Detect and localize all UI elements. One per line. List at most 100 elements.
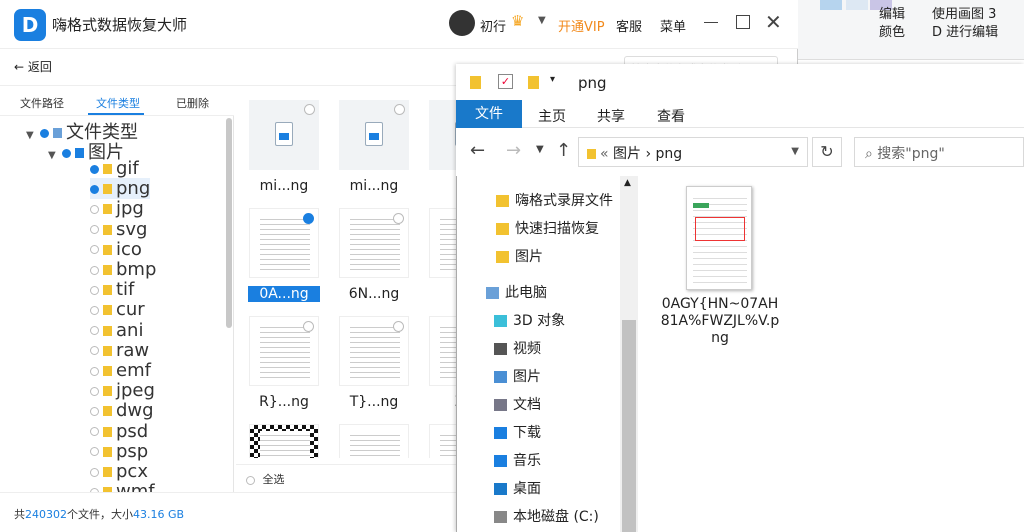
file-label[interactable]: 0A...ng: [248, 286, 320, 302]
select-all[interactable]: 全选: [236, 464, 456, 492]
file-label[interactable]: M: [428, 178, 456, 194]
scroll-up-icon[interactable]: ▲: [624, 178, 631, 188]
tab-home[interactable]: 主页: [538, 106, 566, 126]
tree-item[interactable]: pcx: [90, 461, 148, 482]
forward-arrow-icon[interactable]: →: [506, 140, 521, 161]
radio-icon[interactable]: [90, 285, 99, 295]
paint-edit-colors[interactable]: 编辑 颜色: [879, 6, 905, 42]
tree-item[interactable]: ani: [90, 320, 143, 341]
file-thumbnail[interactable]: [429, 424, 456, 458]
scrollbar[interactable]: [226, 118, 232, 328]
radio-icon[interactable]: [90, 265, 99, 275]
scrollbar-thumb[interactable]: [622, 320, 636, 532]
file-label[interactable]: ZP: [428, 394, 456, 410]
expand-arrow-icon[interactable]: ▼: [26, 130, 40, 141]
select-checkbox[interactable]: [303, 213, 314, 224]
tree-item[interactable]: png: [90, 178, 151, 200]
radio-icon[interactable]: [90, 467, 99, 477]
tab-file-type[interactable]: 文件类型: [96, 95, 140, 111]
nav-item[interactable]: 音乐: [494, 450, 541, 470]
tree-item[interactable]: psp: [90, 441, 148, 462]
tab-view[interactable]: 查看: [657, 106, 685, 126]
qr-code-thumbnail[interactable]: [249, 424, 319, 458]
new-folder-icon[interactable]: [528, 76, 539, 89]
file-thumbnail[interactable]: [249, 100, 319, 170]
tab-file[interactable]: 文件: [456, 100, 522, 128]
radio-icon[interactable]: [90, 346, 99, 356]
file-thumbnail[interactable]: [339, 208, 409, 278]
radio-icon[interactable]: [90, 447, 99, 457]
radio-icon[interactable]: [90, 164, 99, 174]
radio-icon[interactable]: [90, 225, 99, 235]
nav-item[interactable]: 本地磁盘 (C:): [494, 506, 599, 526]
chevron-down-icon[interactable]: ▼: [791, 146, 799, 157]
tree-item[interactable]: jpg: [90, 198, 144, 219]
color-swatch[interactable]: [820, 0, 842, 10]
file-label[interactable]: mi...ng: [338, 178, 410, 194]
back-arrow-icon[interactable]: ←: [470, 140, 485, 161]
select-checkbox[interactable]: [394, 104, 405, 115]
refresh-button[interactable]: ↻: [812, 137, 842, 167]
file-thumbnail[interactable]: [339, 424, 409, 458]
file-label[interactable]: E7: [428, 286, 456, 302]
file-thumbnail[interactable]: [429, 316, 456, 386]
radio-icon[interactable]: [90, 386, 99, 396]
tree-item[interactable]: ico: [90, 239, 142, 260]
tree-item[interactable]: emf: [90, 360, 151, 381]
user-name[interactable]: 初行: [480, 16, 506, 35]
tree-item[interactable]: dwg: [90, 400, 154, 421]
recent-dropdown-icon[interactable]: ▼: [536, 144, 544, 155]
color-swatch[interactable]: [846, 0, 868, 10]
select-checkbox[interactable]: [304, 104, 315, 115]
tree-item[interactable]: raw: [90, 340, 149, 361]
tree-item[interactable]: wmf: [90, 481, 155, 492]
back-button[interactable]: ← 返回: [14, 58, 52, 75]
file-thumbnail[interactable]: [429, 100, 456, 170]
address-bar[interactable]: « 图片 › png ▼: [578, 137, 808, 167]
file-label[interactable]: T}...ng: [338, 394, 410, 410]
tab-deleted[interactable]: 已删除: [176, 95, 209, 111]
tree-item[interactable]: cur: [90, 299, 145, 320]
tree-item[interactable]: svg: [90, 219, 147, 240]
tree-item[interactable]: bmp: [90, 259, 156, 280]
tab-share[interactable]: 共享: [597, 106, 625, 126]
radio-icon[interactable]: [90, 326, 99, 336]
radio-icon[interactable]: [40, 128, 49, 138]
file-thumbnail[interactable]: [249, 208, 319, 278]
minimize-icon[interactable]: [704, 22, 718, 23]
properties-icon[interactable]: ✓: [498, 74, 513, 89]
nav-item[interactable]: 嗨格式录屏文件: [496, 190, 613, 210]
tree-item[interactable]: psd: [90, 421, 148, 442]
chevron-down-icon[interactable]: ▼: [538, 15, 546, 26]
nav-item[interactable]: 图片: [496, 246, 543, 266]
select-all-checkbox[interactable]: [246, 475, 255, 485]
quick-access-dropdown-icon[interactable]: ▾: [550, 74, 555, 85]
tree-item[interactable]: tif: [90, 279, 134, 300]
file-thumbnail[interactable]: [429, 208, 456, 278]
file-thumbnail[interactable]: [339, 100, 409, 170]
service-button[interactable]: 客服: [616, 16, 642, 35]
address-path[interactable]: 图片 › png: [613, 146, 682, 162]
nav-item[interactable]: 快速扫描恢复: [496, 218, 599, 238]
paint3d-edit[interactable]: 使用画图 3 D 进行编辑: [932, 6, 998, 42]
radio-icon[interactable]: [90, 305, 99, 315]
tree-item[interactable]: jpeg: [90, 380, 155, 401]
file-name[interactable]: 0AGY{HN~07AH81A%FWZJL%V.png: [660, 296, 780, 347]
radio-icon[interactable]: [90, 204, 99, 214]
avatar[interactable]: [449, 10, 475, 36]
expand-arrow-icon[interactable]: ▼: [48, 150, 62, 161]
file-thumbnail[interactable]: [686, 186, 752, 290]
up-arrow-icon[interactable]: ↑: [556, 140, 571, 161]
file-label[interactable]: R}...ng: [248, 394, 320, 410]
nav-item[interactable]: 文档: [494, 394, 541, 414]
maximize-icon[interactable]: [736, 15, 750, 29]
nav-item[interactable]: 图片: [494, 366, 541, 386]
address-overflow[interactable]: «: [600, 146, 609, 162]
explorer-search-input[interactable]: ⌕ 搜索"png": [854, 137, 1024, 167]
file-thumbnail[interactable]: [249, 316, 319, 386]
nav-item[interactable]: 视频: [494, 338, 541, 358]
file-label[interactable]: 6N...ng: [338, 286, 410, 302]
nav-item[interactable]: 桌面: [494, 478, 541, 498]
radio-icon[interactable]: [90, 366, 99, 376]
tab-file-path[interactable]: 文件路径: [20, 95, 64, 111]
